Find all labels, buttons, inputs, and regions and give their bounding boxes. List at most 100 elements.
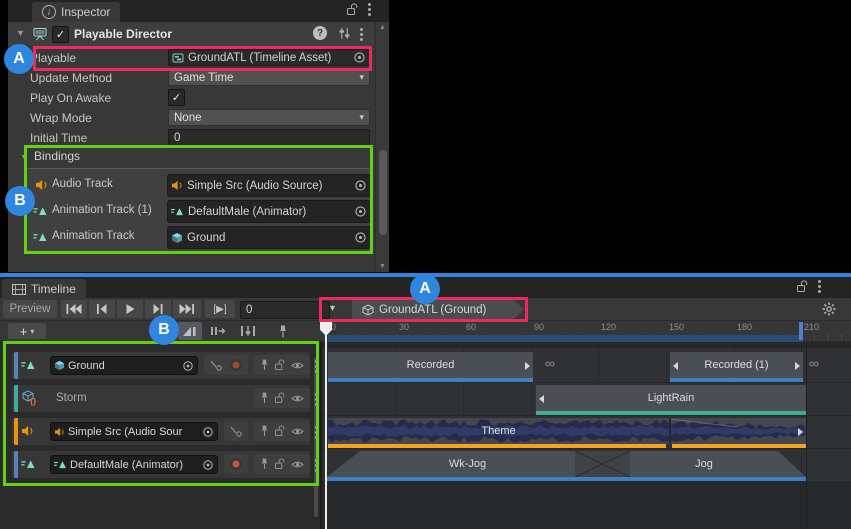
record-button[interactable] [229,457,243,471]
pin-icon[interactable] [260,392,269,404]
eye-icon[interactable] [291,460,304,469]
help-icon[interactable]: ? [313,26,327,40]
playable-object-field[interactable]: GroundATL (Timeline Asset) [168,49,370,66]
curves-icon[interactable] [209,359,223,371]
lock-icon[interactable] [275,425,285,437]
tab-timeline[interactable]: Timeline [2,279,86,299]
audio-source-icon [54,427,65,437]
scroll-down-icon[interactable]: ▼ [379,263,386,270]
track-kebab-icon[interactable] [315,360,318,373]
track-header-defaultmale[interactable]: DefaultMale (Animator) [12,451,310,478]
binding-target-field[interactable]: Ground [167,226,371,249]
eye-icon[interactable] [291,361,304,370]
ease-in-ramp[interactable] [327,451,360,477]
update-method-label: Update Method [30,70,112,87]
play-range-button[interactable]: [▶] [205,300,235,318]
binding-target-field[interactable]: Simple Src (Audio Source) [167,174,371,197]
wrap-mode-dropdown[interactable]: None ▾ [168,109,370,126]
ruler-label: 30 [399,322,409,332]
clip-wkjog[interactable]: Wk-Jog [360,451,575,477]
menu-kebab-icon[interactable] [818,280,821,293]
callout-badge-a: A [4,44,34,74]
track-header-ground[interactable]: Ground [12,352,310,379]
prev-frame-button[interactable] [89,300,115,318]
frame-field[interactable]: 0 [240,301,330,319]
track-options-group [204,355,248,375]
play-button[interactable] [117,300,143,318]
clip-recorded-1[interactable]: Recorded (1) [670,352,803,382]
track-binding-field[interactable]: Ground [50,356,198,375]
mix-mode-button[interactable] [178,322,202,340]
timeline-duration-band [328,335,803,342]
clip-right-handle[interactable] [798,428,803,436]
track-kebab-icon[interactable] [315,393,318,406]
lock-icon[interactable] [347,3,358,16]
goto-start-button[interactable] [61,300,87,318]
object-picker-icon[interactable] [354,205,367,218]
clip-left-handle[interactable] [539,395,544,403]
replace-mode-button[interactable] [236,322,260,340]
lock-icon[interactable] [275,458,285,470]
marker-pin-icon[interactable] [272,322,294,340]
tab-inspector[interactable]: i Inspector [32,2,120,22]
clip-left-handle[interactable] [673,362,678,370]
play-on-awake-checkbox[interactable]: ✓ [168,89,185,106]
object-picker-icon[interactable] [353,51,366,64]
eye-icon[interactable] [291,394,304,403]
scrollbar-thumb[interactable] [379,150,387,235]
object-picker-icon[interactable] [354,179,367,192]
clip-lightrain[interactable]: LightRain [536,385,806,415]
object-picker-icon[interactable] [182,360,194,372]
crossfade-region[interactable] [575,451,630,477]
inspector-scrollbar[interactable]: ▲ ▼ [375,22,389,272]
breadcrumb[interactable]: GroundATL (Ground) [352,300,524,319]
preview-button[interactable]: Preview [3,300,57,318]
eye-icon[interactable] [291,427,304,436]
track-kebab-icon[interactable] [315,426,318,439]
playhead-line [325,334,327,529]
update-method-dropdown[interactable]: Game Time ▾ [168,69,370,86]
track-header-storm[interactable]: {} Storm [12,385,310,412]
clip-jog[interactable]: Jog [630,451,778,477]
wrap-mode-label: Wrap Mode [30,110,92,127]
object-picker-icon[interactable] [202,459,214,471]
initial-time-field[interactable]: 0 [168,129,370,146]
track-header-simple-src[interactable]: Simple Src (Audio Sour [12,418,310,445]
animation-track-icon [33,231,48,243]
ease-out-ramp[interactable] [778,451,806,477]
track-binding-field[interactable]: Simple Src (Audio Sour [50,422,218,441]
lock-icon[interactable] [797,280,808,293]
add-track-button[interactable]: + ▾ [8,323,46,339]
record-button[interactable] [229,358,243,372]
lock-icon[interactable] [275,359,285,371]
update-method-value: Game Time [174,72,359,84]
clip-recorded[interactable]: Recorded [328,352,533,382]
foldout-icon[interactable]: ▼ [16,28,25,38]
playable-label: Playable [30,50,76,67]
pin-icon[interactable] [260,458,269,470]
ripple-mode-button[interactable] [206,322,230,340]
clip-right-handle[interactable] [795,362,800,370]
pin-icon[interactable] [260,359,269,371]
component-enabled-checkbox[interactable]: ✓ [52,26,69,43]
lock-icon[interactable] [275,392,285,404]
breadcrumb-dropdown-icon[interactable]: ▾ [330,303,335,314]
bindings-foldout-icon[interactable]: ▼ [20,152,29,162]
scroll-up-icon[interactable]: ▲ [379,24,386,31]
component-kebab-icon[interactable] [360,28,363,41]
object-picker-icon[interactable] [202,426,214,438]
clip-right-handle[interactable] [525,362,530,370]
goto-end-button[interactable] [173,300,201,318]
track-binding-field[interactable]: DefaultMale (Animator) [50,455,218,474]
clip-theme[interactable]: Theme [328,418,806,448]
gear-icon[interactable] [822,302,836,316]
binding-target-field[interactable]: DefaultMale (Animator) [167,200,371,223]
track-color-stripe [14,385,18,412]
track-kebab-icon[interactable] [315,459,318,472]
object-picker-icon[interactable] [354,231,367,244]
pin-icon[interactable] [260,425,269,437]
menu-kebab-icon[interactable] [368,3,371,16]
presets-icon[interactable] [338,27,351,40]
timeline-end-marker[interactable] [799,322,803,340]
curves-icon[interactable] [229,425,243,437]
